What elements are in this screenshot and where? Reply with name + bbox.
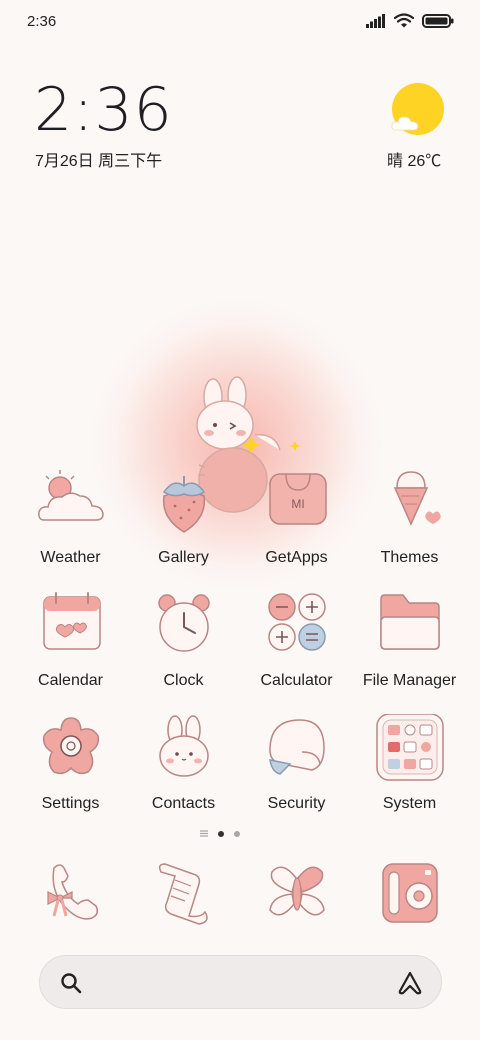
app-label: Security [267, 795, 326, 812]
page-indicator[interactable] [200, 830, 240, 837]
folder-icon [379, 594, 440, 650]
app-contacts[interactable]: Contacts [127, 714, 240, 813]
status-icons [366, 13, 454, 28]
menu-lines-icon [200, 830, 208, 837]
search-icon[interactable] [60, 972, 82, 994]
app-label: System [382, 795, 437, 812]
butterfly-icon[interactable] [262, 858, 332, 928]
app-weather[interactable]: Weather [14, 468, 127, 567]
status-bar: 2:36 [0, 0, 480, 44]
camera-icon[interactable] [375, 858, 445, 928]
app-label: File Manager [362, 672, 457, 689]
clock-time[interactable]: 2:36 [34, 78, 173, 142]
app-label: Clock [163, 672, 204, 689]
signal-icon [366, 13, 385, 28]
alarm-clock-icon [157, 594, 210, 652]
search-bar[interactable] [39, 955, 442, 1009]
app-label: Contacts [151, 795, 216, 812]
app-label: Themes [380, 549, 439, 566]
app-label: Settings [41, 795, 100, 812]
battery-icon [422, 13, 454, 28]
app-label: Calculator [260, 672, 333, 689]
bunny-icon [158, 715, 209, 777]
cloud-icon [391, 116, 419, 131]
phone-icon[interactable] [36, 858, 106, 928]
app-file-manager[interactable]: File Manager [353, 591, 466, 690]
app-security[interactable]: Security [240, 714, 353, 813]
app-calendar[interactable]: Calendar [14, 591, 127, 690]
app-clock[interactable]: Clock [127, 591, 240, 690]
flower-gear-icon [42, 717, 99, 775]
app-calculator[interactable]: Calculator [240, 591, 353, 690]
assistant-icon[interactable] [397, 970, 423, 996]
app-getapps[interactable]: MI GetApps [240, 468, 353, 567]
app-gallery[interactable]: Gallery [127, 468, 240, 567]
svg-text:MI: MI [291, 497, 304, 511]
mi-bag-icon: MI [268, 473, 327, 525]
status-time: 2:36 [27, 13, 57, 30]
app-label: Gallery [158, 549, 209, 566]
page-dot[interactable] [234, 830, 240, 837]
app-label: Weather [40, 549, 101, 566]
app-label: GetApps [265, 549, 328, 566]
weather-icon [37, 470, 104, 521]
calendar-icon [42, 592, 101, 650]
app-settings[interactable]: Settings [14, 714, 127, 813]
system-folder-icon [375, 713, 444, 781]
app-label: Calendar [38, 672, 103, 689]
wifi-icon [394, 13, 414, 28]
page-dot-active[interactable] [218, 830, 224, 837]
app-system[interactable]: System [353, 713, 466, 813]
scroll-icon[interactable] [149, 858, 219, 928]
app-themes[interactable]: Themes [353, 468, 466, 567]
weather-text[interactable]: 晴 26℃ [387, 147, 441, 171]
helmet-icon [268, 719, 325, 775]
clock-date[interactable]: 7月26日 周三下午 [35, 147, 162, 171]
strawberry-icon [162, 476, 205, 533]
calculator-icon [267, 593, 326, 651]
ice-cream-icon [393, 471, 441, 526]
